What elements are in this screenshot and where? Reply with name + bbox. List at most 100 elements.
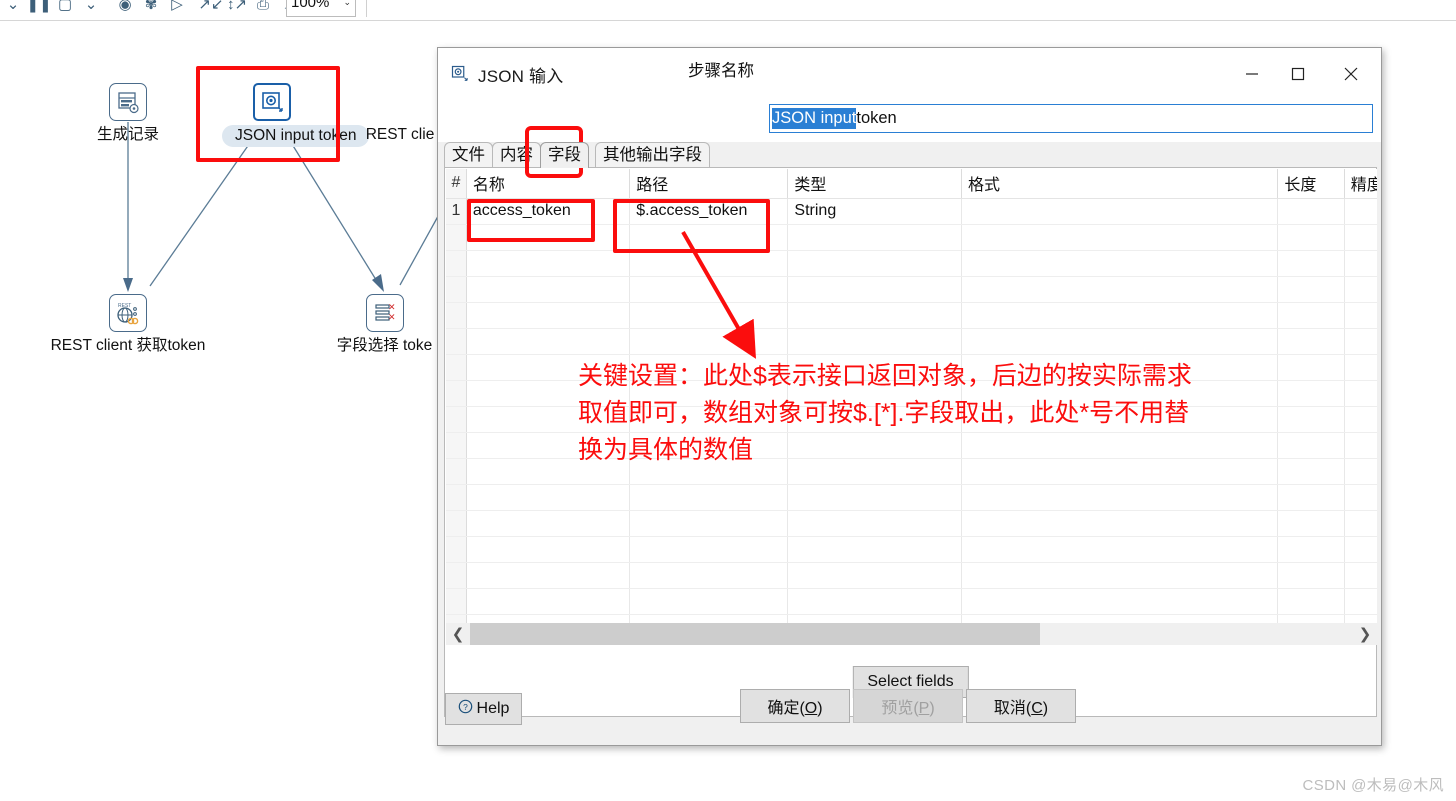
ok-button[interactable]: 确定(O) [740,689,850,723]
cancel-button[interactable]: 取消(C) [966,689,1076,723]
pause-icon[interactable]: ❚❚ [26,0,52,19]
table-horizontal-scrollbar[interactable]: ❮ ❯ [446,623,1377,645]
table-row[interactable] [446,250,1377,277]
cell-name[interactable] [466,328,631,355]
table-row[interactable] [446,276,1377,303]
cell-precision[interactable] [1344,276,1377,303]
cell-path[interactable] [629,250,789,277]
scroll-left-icon[interactable]: ❮ [446,623,470,645]
cell-path[interactable] [629,536,789,563]
col-header-type[interactable]: 类型 [787,169,962,199]
cell-format[interactable] [961,536,1279,563]
col-header-path[interactable]: 路径 [629,169,789,199]
cell-length[interactable] [1277,588,1345,615]
table-row[interactable] [446,588,1377,615]
preview-eye-icon[interactable]: ◉ [112,0,138,19]
cell-precision[interactable] [1344,536,1377,563]
cell-format[interactable] [961,562,1279,589]
cell-length[interactable] [1277,484,1345,511]
cell-format[interactable] [961,276,1279,303]
cell-type[interactable] [787,328,962,355]
cell-type[interactable] [787,536,962,563]
snapshot-icon[interactable]: ⎙ [250,0,276,19]
cell-length[interactable] [1277,198,1345,225]
col-header-length[interactable]: 长度 [1277,169,1345,199]
cell-precision[interactable] [1344,224,1377,251]
cell-length[interactable] [1277,328,1345,355]
run-play-icon[interactable]: ▷ [164,0,190,19]
tab-extra-output-fields[interactable]: 其他输出字段 [595,142,710,168]
col-header-name[interactable]: 名称 [466,169,631,199]
table-row[interactable] [446,562,1377,589]
cell-type[interactable] [787,276,962,303]
col-header-format[interactable]: 格式 [961,169,1279,199]
preview-button[interactable]: 预览(P) [853,689,963,723]
cell-type[interactable] [787,562,962,589]
cell-path[interactable] [629,224,789,251]
cell-name[interactable] [466,562,631,589]
cell-length[interactable] [1277,302,1345,329]
cell-format[interactable] [961,484,1279,511]
cell-path[interactable]: $.access_token [629,198,789,225]
cell-format[interactable] [961,224,1279,251]
tab-content[interactable]: 内容 [492,142,541,168]
cell-path[interactable] [629,588,789,615]
cell-path[interactable] [629,328,789,355]
close-icon[interactable] [1321,48,1381,100]
cell-format[interactable] [961,198,1279,225]
table-row[interactable] [446,302,1377,329]
cell-path[interactable] [629,484,789,511]
cell-type[interactable] [787,224,962,251]
cell-type[interactable] [787,302,962,329]
scroll-right-icon[interactable]: ❯ [1353,623,1377,645]
cell-type[interactable] [787,250,962,277]
align-left-icon[interactable]: ↗↙ [198,0,224,19]
node-json-input-token[interactable]: JSON input token [222,83,370,147]
cell-precision[interactable] [1344,484,1377,511]
distribute-icon[interactable]: ↕↗ [224,0,250,19]
cell-path[interactable] [629,562,789,589]
cell-precision[interactable] [1344,250,1377,277]
cell-name[interactable]: access_token [466,198,631,225]
table-row[interactable] [446,224,1377,251]
table-row[interactable] [446,536,1377,563]
tab-fields[interactable]: 字段 [540,142,589,168]
stop-dropdown-icon[interactable]: ⌄ [78,0,104,19]
cell-precision[interactable] [1344,198,1377,225]
help-button[interactable]: ? Help [445,693,522,725]
col-header-precision[interactable]: 精度 [1344,169,1377,199]
table-row[interactable] [446,510,1377,537]
cell-name[interactable] [466,250,631,277]
cell-name[interactable] [466,302,631,329]
node-generate-rows[interactable]: 生成记录 [93,83,163,145]
scrollbar-track[interactable] [470,623,1353,645]
undo-dropdown-icon[interactable]: ⌄ [0,0,26,19]
table-row[interactable] [446,484,1377,511]
cell-length[interactable] [1277,276,1345,303]
cell-name[interactable] [466,588,631,615]
cell-name[interactable] [466,484,631,511]
cell-name[interactable] [466,224,631,251]
cell-length[interactable] [1277,536,1345,563]
cell-length[interactable] [1277,562,1345,589]
cell-format[interactable] [961,588,1279,615]
cell-name[interactable] [466,276,631,303]
cell-format[interactable] [961,302,1279,329]
cell-path[interactable] [629,510,789,537]
node-rest-client-right[interactable]: REST clie [360,83,440,145]
step-name-input[interactable]: JSON input token [769,104,1373,133]
cell-path[interactable] [629,276,789,303]
cell-length[interactable] [1277,224,1345,251]
table-row[interactable]: 1 access_token $.access_token String [446,198,1377,225]
cell-type[interactable] [787,484,962,511]
cell-name[interactable] [466,536,631,563]
node-rest-client-get-token[interactable]: REST REST client 获取token [35,294,221,356]
cell-type[interactable] [787,510,962,537]
cell-precision[interactable] [1344,302,1377,329]
col-header-num[interactable]: # [446,169,467,199]
cell-precision[interactable] [1344,328,1377,355]
tab-file[interactable]: 文件 [444,142,493,168]
cell-path[interactable] [629,302,789,329]
cell-name[interactable] [466,510,631,537]
cell-format[interactable] [961,328,1279,355]
